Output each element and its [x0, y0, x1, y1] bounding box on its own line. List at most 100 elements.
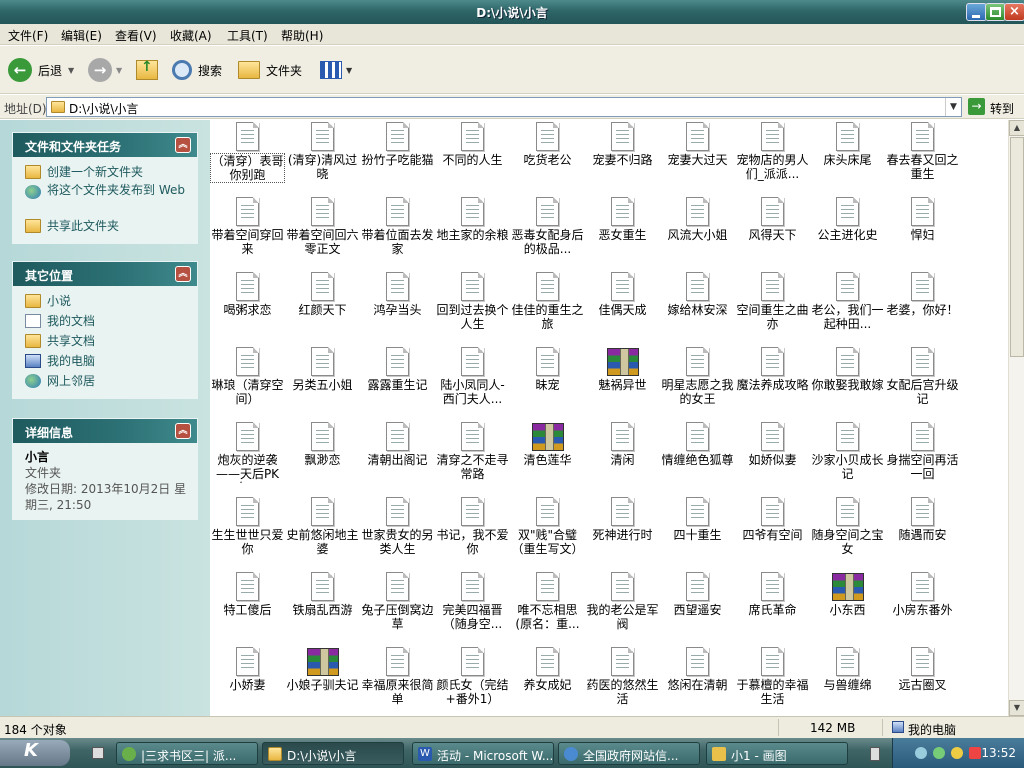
views-button[interactable]: ▼: [320, 54, 352, 86]
scroll-up-icon[interactable]: ▲: [1009, 120, 1024, 136]
file-item[interactable]: 带着空间回六零正文: [285, 195, 360, 270]
file-item[interactable]: 带着空间穿回来: [210, 195, 285, 270]
menu-view[interactable]: 查看(V): [115, 27, 157, 44]
forward-button[interactable]: → ▼: [88, 54, 122, 86]
file-item[interactable]: 史前悠闲地主婆: [285, 495, 360, 570]
minimize-button[interactable]: [966, 3, 987, 21]
tray-icon[interactable]: [951, 747, 963, 759]
close-button[interactable]: ×: [1004, 3, 1024, 21]
file-item[interactable]: 炮灰的逆袭——天后PK女...: [210, 420, 285, 495]
file-item[interactable]: 宠妻不归路: [585, 120, 660, 195]
file-item[interactable]: 清闲: [585, 420, 660, 495]
file-tasks-header[interactable]: 文件和文件夹任务 ︽: [13, 133, 197, 157]
file-item[interactable]: 空间重生之曲亦: [735, 270, 810, 345]
shield-icon[interactable]: [969, 747, 981, 759]
title-bar[interactable]: D:\小说\小言 ×: [0, 0, 1024, 24]
usb-icon[interactable]: [870, 747, 880, 761]
file-item[interactable]: 兔子压倒窝边草: [360, 570, 435, 645]
file-item[interactable]: 清朝出阁记: [360, 420, 435, 495]
file-item[interactable]: 铁扇乱西游: [285, 570, 360, 645]
file-item[interactable]: 小娇妻: [210, 645, 285, 716]
taskbar-item[interactable]: W 活动 - Microsoft W...: [412, 742, 554, 765]
file-item[interactable]: 身揣空间再活一回: [885, 420, 960, 495]
file-item[interactable]: 嫁给林安深: [660, 270, 735, 345]
file-item[interactable]: 露露重生记: [360, 345, 435, 420]
file-item[interactable]: 书记，我不爱你: [435, 495, 510, 570]
collapse-icon[interactable]: ︽: [175, 137, 191, 153]
menu-file[interactable]: 文件(F): [8, 27, 48, 44]
go-button[interactable]: → 转到: [966, 97, 1022, 117]
file-item[interactable]: 如娇似妻: [735, 420, 810, 495]
address-dropdown-icon[interactable]: ▼: [945, 98, 961, 116]
file-item[interactable]: 红颜天下: [285, 270, 360, 345]
file-item[interactable]: 清色莲华: [510, 420, 585, 495]
details-header[interactable]: 详细信息 ︽: [13, 419, 197, 443]
file-item[interactable]: 情缠绝色狐尊: [660, 420, 735, 495]
file-item[interactable]: 于慕檀的幸福生活: [735, 645, 810, 716]
place-network[interactable]: 网上邻居: [25, 372, 197, 392]
file-item[interactable]: 恶毒女配身后的极品...: [510, 195, 585, 270]
vertical-scrollbar[interactable]: ▲ ▼: [1008, 120, 1024, 716]
network-tray-icon[interactable]: [915, 747, 927, 759]
file-item[interactable]: 你敢娶我敢嫁: [810, 345, 885, 420]
quick-launch-icon[interactable]: [92, 747, 104, 759]
file-item[interactable]: 特工傻后: [210, 570, 285, 645]
file-item[interactable]: 风流大小姐: [660, 195, 735, 270]
search-button[interactable]: 搜索: [172, 54, 222, 86]
file-item[interactable]: 另类五小姐: [285, 345, 360, 420]
file-item[interactable]: 恶女重生: [585, 195, 660, 270]
file-item[interactable]: 清穿之不走寻常路: [435, 420, 510, 495]
file-item[interactable]: 宠妻大过天: [660, 120, 735, 195]
file-item[interactable]: 佳佳的重生之旅: [510, 270, 585, 345]
start-button[interactable]: K: [0, 740, 70, 766]
collapse-icon[interactable]: ︽: [175, 266, 191, 282]
file-item[interactable]: 死神进行时: [585, 495, 660, 570]
file-item[interactable]: 席氏革命: [735, 570, 810, 645]
menu-edit[interactable]: 编辑(E): [61, 27, 102, 44]
back-dropdown-icon[interactable]: ▼: [68, 66, 74, 75]
back-button[interactable]: ← 后退 ▼: [8, 54, 74, 86]
file-item[interactable]: 老公，我们一起种田...: [810, 270, 885, 345]
file-item[interactable]: 公主进化史: [810, 195, 885, 270]
file-item[interactable]: 生生世世只爱你: [210, 495, 285, 570]
forward-dropdown-icon[interactable]: ▼: [116, 66, 122, 75]
file-item[interactable]: 佳偶天成: [585, 270, 660, 345]
file-item[interactable]: （清穿）表哥你别跑: [210, 120, 285, 195]
file-item[interactable]: 随身空间之宝女: [810, 495, 885, 570]
file-item[interactable]: 陆小凤同人-西门夫人...: [435, 345, 510, 420]
file-item[interactable]: 老婆，你好！: [885, 270, 960, 345]
file-item[interactable]: (清穿)清风过晓: [285, 120, 360, 195]
maximize-button[interactable]: [985, 3, 1006, 21]
file-item[interactable]: 宠物店的男人们_派派...: [735, 120, 810, 195]
file-item[interactable]: 小娘子驯夫记: [285, 645, 360, 716]
file-item[interactable]: 我的老公是军阀: [585, 570, 660, 645]
file-item[interactable]: 养女成妃: [510, 645, 585, 716]
file-item[interactable]: 小东西: [810, 570, 885, 645]
file-item[interactable]: 沙家小贝成长记: [810, 420, 885, 495]
task-new-folder[interactable]: 创建一个新文件夹: [25, 163, 197, 183]
file-item[interactable]: 悠闲在清朝: [660, 645, 735, 716]
file-item[interactable]: 随遇而安: [885, 495, 960, 570]
file-item[interactable]: 双"贱"合璧（重生写文）: [510, 495, 585, 570]
file-item[interactable]: 小房东番外: [885, 570, 960, 645]
place-shared-documents[interactable]: 共享文档: [25, 332, 197, 352]
menu-tools[interactable]: 工具(T): [227, 27, 268, 44]
file-item[interactable]: 床头床尾: [810, 120, 885, 195]
file-item[interactable]: 四十重生: [660, 495, 735, 570]
taskbar-item[interactable]: 全国政府网站信...: [558, 742, 700, 765]
file-item[interactable]: 不同的人生: [435, 120, 510, 195]
file-item[interactable]: 颜氏女（完结+番外1）: [435, 645, 510, 716]
folders-button[interactable]: 文件夹: [238, 54, 302, 86]
scroll-down-icon[interactable]: ▼: [1009, 700, 1024, 716]
scroll-thumb[interactable]: [1010, 137, 1024, 357]
file-item[interactable]: 四爷有空间: [735, 495, 810, 570]
file-item[interactable]: 悍妇: [885, 195, 960, 270]
file-item[interactable]: 药医的悠然生活: [585, 645, 660, 716]
taskbar-item[interactable]: |三求书区三| 派...: [116, 742, 258, 765]
file-item[interactable]: 远古圈叉: [885, 645, 960, 716]
file-item[interactable]: 完美四福晋（随身空...: [435, 570, 510, 645]
task-publish-web[interactable]: 将这个文件夹发布到 Web: [25, 183, 197, 217]
file-item[interactable]: 风得天下: [735, 195, 810, 270]
file-item[interactable]: 琳琅（清穿空间）: [210, 345, 285, 420]
taskbar-item-active[interactable]: D:\小说\小言: [262, 742, 404, 765]
